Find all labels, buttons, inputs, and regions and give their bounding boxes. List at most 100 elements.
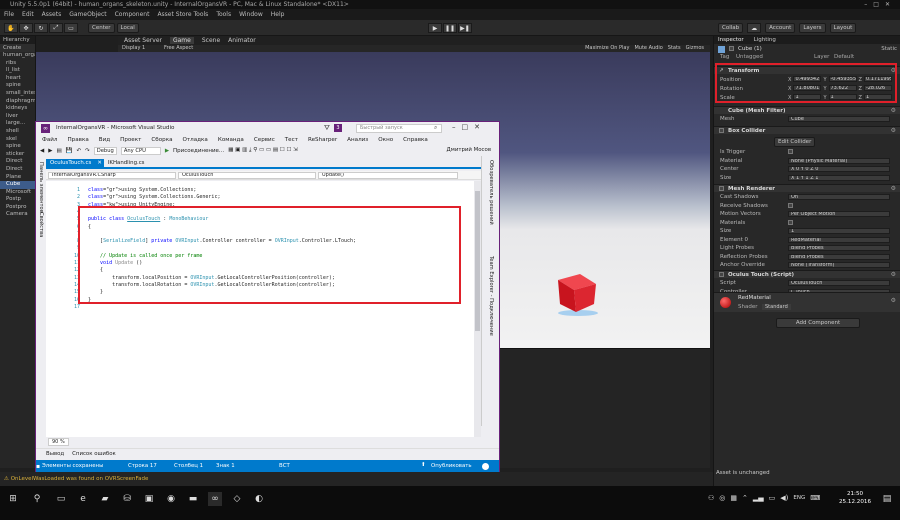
maximize-on-play-toggle[interactable]: Maximize On Play: [585, 45, 629, 51]
hierarchy-item[interactable]: ribs: [0, 60, 35, 68]
vs-notification-badge[interactable]: 3: [334, 124, 342, 132]
store-icon[interactable]: ⛁: [120, 492, 134, 506]
object-name[interactable]: Cube (1): [738, 45, 762, 53]
edge-icon[interactable]: e: [76, 492, 90, 506]
menu-edit[interactable]: Edit: [22, 11, 34, 18]
publish-button[interactable]: Опубликовать: [431, 463, 472, 469]
project-nav-select[interactable]: InternalOrgansVR.CSharp: [48, 171, 176, 179]
start-icon[interactable]: ▶: [165, 148, 169, 154]
property-value[interactable]: None (Transform): [788, 262, 890, 268]
undo-icon[interactable]: ↶: [77, 148, 82, 154]
menu-tools[interactable]: Tools: [216, 11, 231, 18]
solution-explorer-tab[interactable]: Обозреватель решений: [488, 160, 494, 225]
hierarchy-item[interactable]: sticker: [0, 151, 35, 159]
toolbox-panel-tab[interactable]: Панель элементов: [38, 162, 44, 213]
vs-filter-icon[interactable]: ⛛: [324, 124, 330, 133]
hierarchy-create-button[interactable]: Create: [0, 44, 35, 52]
vs-menu-item[interactable]: Вид: [99, 137, 110, 143]
property-value[interactable]: None (Physic Material): [788, 157, 890, 164]
property-value[interactable]: Blend Probes: [788, 245, 890, 251]
hierarchy-item[interactable]: Microsoft: [0, 189, 35, 197]
back-icon[interactable]: ◀: [40, 148, 44, 154]
tab-scene[interactable]: Scene: [202, 37, 220, 44]
tab-asset-server[interactable]: Asset Server: [124, 37, 162, 44]
tray-app-icon[interactable]: ◎: [719, 494, 725, 502]
property-value[interactable]: RedMaterial: [788, 236, 890, 243]
pivot-local-button[interactable]: Local: [116, 23, 139, 33]
volume-icon[interactable]: ◀): [780, 494, 788, 502]
property-value[interactable]: Per Object Motion: [788, 211, 890, 217]
tab-ikhandling[interactable]: IKHandling.cs: [104, 159, 149, 167]
gear-icon[interactable]: ⚙: [891, 185, 896, 193]
hierarchy-item[interactable]: diaphragm: [0, 98, 35, 106]
gear-icon[interactable]: ⚙: [891, 127, 896, 135]
media-icon[interactable]: ▣: [142, 492, 156, 506]
tab-lighting[interactable]: Lighting: [754, 37, 776, 43]
output-tab[interactable]: Вывод: [46, 451, 64, 457]
property-value[interactable]: OculusTouch: [788, 280, 890, 286]
property-value[interactable]: 1: [788, 228, 890, 234]
gizmos-toggle[interactable]: Gizmos: [686, 45, 704, 51]
hierarchy-item[interactable]: Direct: [0, 166, 35, 174]
rect-tool-icon[interactable]: ▭: [64, 23, 78, 33]
shader-select[interactable]: Standard: [762, 304, 791, 310]
chrome-icon[interactable]: ◉: [164, 492, 178, 506]
vs-menu-item[interactable]: ReSharper: [308, 137, 337, 143]
script-checkbox[interactable]: [719, 272, 724, 277]
hierarchy-item[interactable]: human_organs_skeleton*: [0, 52, 35, 60]
edit-collider-button[interactable]: Edit Collider: [774, 137, 816, 147]
code-line[interactable]: 17: [46, 304, 88, 311]
add-component-button[interactable]: Add Component: [776, 318, 860, 328]
property-value[interactable]: X 0 Y 0 Z 0: [788, 166, 890, 172]
zoom-select[interactable]: 90 %: [48, 438, 69, 446]
cloud-icon[interactable]: ☁: [747, 23, 762, 33]
attach-button[interactable]: Присоединение...: [173, 148, 224, 154]
vs-menu-item[interactable]: Команда: [218, 137, 244, 143]
keyboard-icon[interactable]: ⌨: [810, 494, 820, 502]
people-icon[interactable]: ⚇: [708, 494, 714, 502]
static-toggle[interactable]: Static: [881, 45, 897, 53]
status-warning-text[interactable]: OnLevelWasLoaded was found on OVRScreenF…: [11, 476, 149, 482]
mesh-filter-header[interactable]: Cube (Mesh Filter) ⚙: [714, 106, 900, 114]
rotate-tool-icon[interactable]: ↻: [34, 23, 48, 33]
hierarchy-item[interactable]: Postpro: [0, 204, 35, 212]
gear-icon[interactable]: ⚙: [891, 297, 896, 304]
gear-icon[interactable]: ⚙: [891, 107, 896, 115]
mesh-field[interactable]: Cube: [788, 116, 890, 122]
menu-file[interactable]: File: [4, 11, 14, 18]
app-taskbar-icon[interactable]: ◐: [252, 492, 266, 506]
property-checkbox[interactable]: [788, 202, 793, 208]
network-icon[interactable]: ▂▄: [753, 494, 764, 502]
menu-help[interactable]: Help: [271, 11, 285, 18]
class-nav-select[interactable]: OculusTouch: [178, 171, 316, 179]
menu-gameobject[interactable]: GameObject: [69, 11, 106, 18]
platform-select[interactable]: Any CPU: [120, 146, 161, 155]
script-header[interactable]: Oculus Touch (Script) ⚙: [714, 270, 900, 278]
menu-component[interactable]: Component: [115, 11, 150, 18]
tray-chevron-icon[interactable]: ⌃: [742, 494, 748, 502]
aspect-select[interactable]: Free Aspect: [164, 45, 193, 51]
mesh-renderer-header[interactable]: Mesh Renderer ⚙: [714, 184, 900, 192]
hierarchy-item[interactable]: kidneys: [0, 105, 35, 113]
move-tool-icon[interactable]: ✥: [19, 23, 33, 33]
battery-icon[interactable]: ▭: [769, 494, 776, 502]
tab-oculustouch[interactable]: OculusTouch.cs: [46, 159, 96, 167]
hierarchy-item[interactable]: small_intestine: [0, 90, 35, 98]
vs-menu-item[interactable]: Сервис: [254, 137, 275, 143]
hand-tool-icon[interactable]: ✋: [4, 23, 18, 33]
file-explorer-icon[interactable]: ▰: [98, 492, 112, 506]
hierarchy-item[interactable]: large...: [0, 120, 35, 128]
search-icon[interactable]: ⌕: [434, 124, 437, 132]
hierarchy-item[interactable]: heart: [0, 75, 35, 83]
clock[interactable]: 21:50 25.12.2016: [838, 490, 872, 506]
hierarchy-item[interactable]: Postp: [0, 196, 35, 204]
language-indicator[interactable]: ENG: [793, 495, 805, 501]
code-line[interactable]: 1 class="gr">using System.Collections;: [46, 187, 196, 194]
notification-icon[interactable]: [482, 463, 489, 470]
hierarchy-item[interactable]: Camera: [0, 211, 35, 219]
member-nav-select[interactable]: Update(): [318, 171, 458, 179]
window-controls[interactable]: –□✕: [864, 0, 896, 9]
step-icon[interactable]: ▶❚: [458, 23, 472, 33]
hierarchy-item[interactable]: Direct: [0, 158, 35, 166]
pivot-center-button[interactable]: Center: [88, 23, 115, 33]
